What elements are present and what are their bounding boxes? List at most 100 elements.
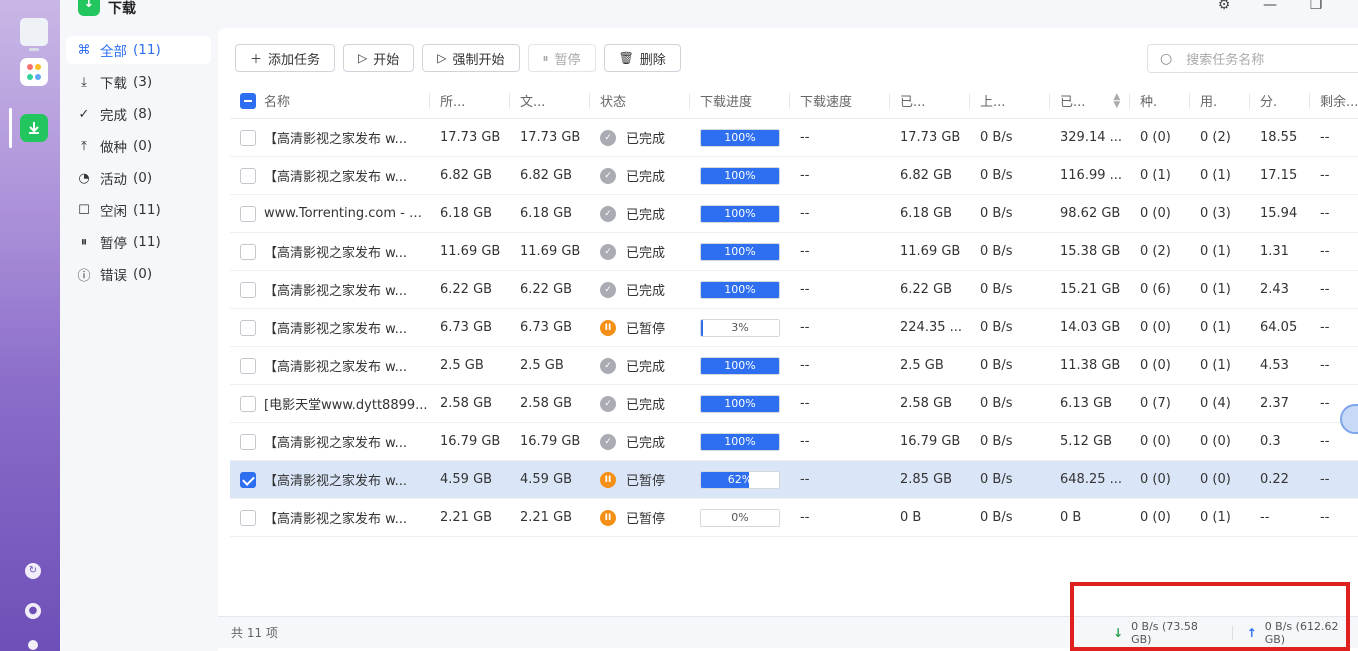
cell-size-text: 6.22 GB <box>440 282 493 297</box>
row-checkbox[interactable] <box>240 395 256 412</box>
task-name: 【高清影视之家发布 w... <box>264 436 407 451</box>
cell-seeds: 0 (0) <box>1130 119 1190 157</box>
pause-button[interactable]: ⏸ 暂停 <box>527 44 596 72</box>
cell-peers: 0 (1) <box>1190 157 1250 195</box>
row-checkbox[interactable] <box>240 357 256 374</box>
cell-status: ✓ 已完成 <box>590 119 690 157</box>
cell-ratio: 4.53 <box>1250 347 1310 385</box>
settings-gear-icon[interactable]: ⚙ <box>1216 0 1232 13</box>
table-row[interactable]: 【高清影视之家发布 w... 16.79 GB 16.79 GB ✓ 已完成 100% --… <box>230 423 1358 461</box>
column-header-progress[interactable]: 下载进度 <box>690 83 790 119</box>
bell-icon[interactable]: ● <box>25 603 41 619</box>
progress-label: 100% <box>724 168 756 182</box>
start-button[interactable]: ▷ 开始 <box>343 44 415 72</box>
row-checkbox[interactable] <box>240 471 256 488</box>
force-start-label: 强制开始 <box>452 52 505 68</box>
select-all-checkbox[interactable] <box>240 92 256 109</box>
cell-uploaded: 15.21 GB <box>1050 271 1130 309</box>
column-header-ratio[interactable]: 分. <box>1250 83 1310 119</box>
sidebar-item-label: 下载 <box>100 76 127 92</box>
column-header-size[interactable]: 所... <box>430 83 510 119</box>
status-text: 已完成 <box>626 170 666 185</box>
add-task-button[interactable]: ＋ 添加任务 <box>235 44 336 72</box>
sync-icon[interactable]: ↻ <box>25 563 41 579</box>
cell-downloaded-text: 2.58 GB <box>900 396 953 411</box>
table-row[interactable]: 【高清影视之家发布 w... 6.82 GB 6.82 GB ✓ 已完成 100% -- 6.… <box>230 157 1358 195</box>
cell-seeds-text: 0 (7) <box>1140 396 1171 411</box>
sidebar-item-active[interactable]: ◔ 活动 (0) <box>66 164 211 192</box>
play-circle-icon: ▷ <box>358 51 368 65</box>
cell-uploaded: 98.62 GB <box>1050 195 1130 233</box>
cell-file: 6.18 GB <box>510 195 590 233</box>
user-dot-icon[interactable] <box>28 640 38 650</box>
table-row[interactable]: 【高清影视之家发布 w... 2.5 GB 2.5 GB ✓ 已完成 100% -- 2.5 … <box>230 347 1358 385</box>
download-app-icon[interactable] <box>20 114 48 142</box>
minimize-icon[interactable]: — <box>1262 0 1278 13</box>
cell-seeds: 0 (1) <box>1130 157 1190 195</box>
status-text: 已完成 <box>626 436 666 451</box>
row-checkbox[interactable] <box>240 167 256 184</box>
row-checkbox[interactable] <box>240 509 256 526</box>
table-row[interactable]: 【高清影视之家发布 w... 6.73 GB 6.73 GB II 已暂停 3% -- 224… <box>230 309 1358 347</box>
row-checkbox[interactable] <box>240 319 256 336</box>
sidebar-item-all[interactable]: ⌘ 全部 (11) <box>66 36 211 64</box>
column-label: 所... <box>440 95 466 110</box>
task-name: 【高清影视之家发布 w... <box>264 474 407 489</box>
row-checkbox[interactable] <box>240 243 256 260</box>
sidebar-item-completed[interactable]: ✓ 完成 (8) <box>66 100 211 128</box>
sidebar-item-error[interactable]: ⓘ 错误 (0) <box>66 260 211 288</box>
sidebar-item-idle[interactable]: ☐ 空闲 (11) <box>66 196 211 224</box>
pause-circle-icon: ⏸ <box>80 234 88 250</box>
table-row[interactable]: 【高清影视之家发布 w... 17.73 GB 17.73 GB ✓ 已完成 100% --… <box>230 119 1358 157</box>
cell-upspeed: 0 B/s <box>970 423 1050 461</box>
sidebar-item-paused[interactable]: ⏸ 暂停 (11) <box>66 228 211 256</box>
column-header-peers[interactable]: 用. <box>1190 83 1250 119</box>
cell-file: 2.58 GB <box>510 385 590 423</box>
row-checkbox[interactable] <box>240 433 256 450</box>
progress-bar: 100% <box>700 166 780 185</box>
cell-peers-text: 0 (3) <box>1200 206 1231 221</box>
cell-downloaded: 6.82 GB <box>890 157 970 195</box>
search-box[interactable]: ○ 搜索任务名称 <box>1147 44 1358 73</box>
column-header-downloaded[interactable]: 已... <box>890 83 970 119</box>
column-header-seeds[interactable]: 种. <box>1130 83 1190 119</box>
cell-ratio-text: 1.31 <box>1260 244 1289 259</box>
cell-remaining-text: -- <box>1320 434 1330 449</box>
cell-downloaded-text: 16.79 GB <box>900 434 961 449</box>
table-row[interactable]: 【高清影视之家发布 w... 6.22 GB 6.22 GB ✓ 已完成 100% -- 6.… <box>230 271 1358 309</box>
apps-grid-icon[interactable] <box>20 58 48 86</box>
progress-label: 100% <box>724 130 756 144</box>
table-row[interactable]: 【高清影视之家发布 w... 4.59 GB 4.59 GB II 已暂停 62% -- 2.… <box>230 461 1358 499</box>
delete-button[interactable]: 🗑 删除 <box>603 44 681 72</box>
column-header-upspeed[interactable]: 上... <box>970 83 1050 119</box>
force-start-button[interactable]: ▷ 强制开始 <box>422 44 520 72</box>
column-header-speed[interactable]: 下载速度 <box>790 83 890 119</box>
monitor-icon[interactable] <box>20 18 48 51</box>
column-header-status[interactable]: 状态 <box>590 83 690 119</box>
row-checkbox[interactable] <box>240 281 256 298</box>
restore-window-icon[interactable]: ❐ <box>1308 0 1324 13</box>
table-row[interactable]: www.Torrenting.com - C... 6.18 GB 6.18 GB ✓… <box>230 195 1358 233</box>
dock-active-indicator <box>9 108 12 148</box>
column-header-uploaded[interactable]: 已... ▲ ▼ <box>1050 83 1130 119</box>
cell-remaining: -- <box>1310 119 1358 157</box>
paused-icon: II <box>600 471 616 488</box>
sort-icon[interactable]: ▲ ▼ <box>1113 92 1120 109</box>
cell-file: 16.79 GB <box>510 423 590 461</box>
table-row[interactable]: 【高清影视之家发布 w... 11.69 GB 11.69 GB ✓ 已完成 100% --… <box>230 233 1358 271</box>
sidebar-item-downloading[interactable]: ⤓ 下载 (3) <box>66 68 211 96</box>
cell-downloaded: 6.18 GB <box>890 195 970 233</box>
row-checkbox[interactable] <box>240 129 256 146</box>
sidebar-item-label: 暂停 <box>100 236 127 252</box>
cell-downloaded-text: 6.18 GB <box>900 206 953 221</box>
table-row[interactable]: [电影天堂www.dytt8899... 2.58 GB 2.58 GB ✓ 已完成 10… <box>230 385 1358 423</box>
table-row[interactable]: 【高清影视之家发布 w... 2.21 GB 2.21 GB II 已暂停 0% -- 0 B… <box>230 499 1358 537</box>
column-header-file[interactable]: 文... <box>510 83 590 119</box>
sidebar-item-seeding[interactable]: ⤒ 做种 (0) <box>66 132 211 160</box>
toolbar: ＋ 添加任务 ▷ 开始 ▷ 强制开始 ⏸ 暂停 🗑 删除 <box>235 44 681 72</box>
column-label: 已... <box>900 95 926 110</box>
row-checkbox[interactable] <box>240 205 256 222</box>
cell-upspeed-text: 0 B/s <box>980 320 1013 335</box>
column-header-remaining[interactable]: 剩余... <box>1310 83 1358 119</box>
column-header-name[interactable]: 名称 <box>230 83 430 119</box>
